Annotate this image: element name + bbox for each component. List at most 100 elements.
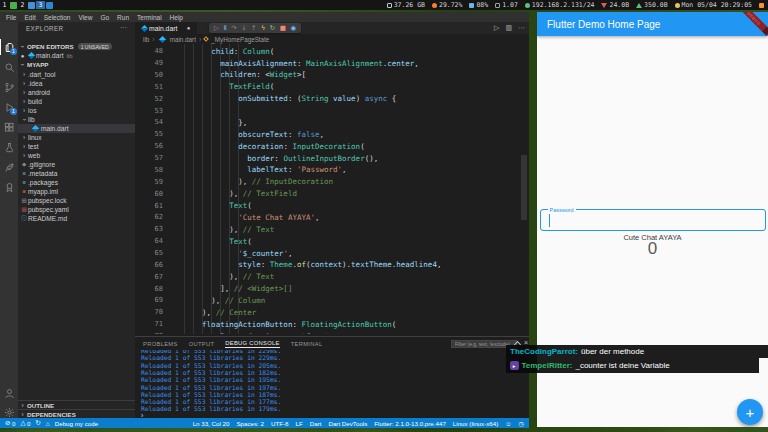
- menu-view[interactable]: View: [78, 14, 92, 21]
- breadcrumb-separator: ›: [199, 36, 201, 43]
- tree-item-main-dart[interactable]: main.dart: [18, 124, 135, 133]
- source-control-icon[interactable]: [0, 79, 18, 95]
- award-icon[interactable]: [0, 179, 18, 195]
- sidebar-more-icon[interactable]: ···: [120, 24, 127, 31]
- status-lf[interactable]: LF: [296, 420, 303, 427]
- pause-icon[interactable]: Ⅱ: [224, 23, 227, 33]
- status-spaces[interactable]: Spaces: 2: [236, 420, 264, 427]
- panel-tabs: PROBLEMS OUTPUT DEBUG CONSOLE TERMINAL: [143, 337, 322, 350]
- bell-icon[interactable]: ◷: [519, 420, 524, 427]
- text-cursor: [549, 214, 550, 227]
- files-icon[interactable]: 1: [0, 39, 18, 55]
- chevron-right-icon: ›: [18, 411, 27, 418]
- menu-help[interactable]: Help: [170, 14, 183, 21]
- chevron-down-icon: ›: [18, 43, 27, 50]
- editor-tab-bar: main.dart ● ▷ Ⅱ ↷ ↓ ↑ ϟ ↻ ■ ◉ ▷ ▥ ⋯: [135, 22, 529, 34]
- feather-icon[interactable]: [0, 159, 18, 175]
- extensions-icon[interactable]: [0, 119, 18, 135]
- devtools-icon[interactable]: ◉: [290, 23, 296, 33]
- panel-tab-problems[interactable]: PROBLEMS: [143, 341, 178, 347]
- run-icon[interactable]: ▷: [494, 24, 499, 32]
- panel-tab-debug-console[interactable]: DEBUG CONSOLE: [225, 340, 279, 348]
- tree-item--packages[interactable]: ≡.packages: [18, 178, 135, 187]
- run-debug-icon[interactable]: 1: [0, 99, 18, 115]
- tree-item-build[interactable]: ›build: [18, 97, 135, 106]
- chevron-right-icon: ›: [20, 152, 28, 159]
- status-flutter[interactable]: Flutter: 2.1.0-13.0.pre.447: [374, 420, 446, 427]
- panel-tab-terminal[interactable]: TERMINAL: [291, 341, 323, 347]
- warnings-icon[interactable]: △0: [20, 419, 30, 427]
- tree-item-test[interactable]: ›test: [18, 142, 135, 151]
- password-field[interactable]: Password: [540, 209, 766, 231]
- tree-item-linux[interactable]: ›linux: [18, 133, 135, 142]
- tree-item--dart-tool[interactable]: ›.dart_tool: [18, 70, 135, 79]
- step-into-icon[interactable]: ↓: [241, 23, 246, 33]
- workspace-1[interactable]: 1: [0, 1, 9, 9]
- tree-item-myapp-iml[interactable]: ≡myapp.iml: [18, 187, 135, 196]
- status-dart[interactable]: Dart: [310, 420, 322, 427]
- errors-icon[interactable]: ⊘0: [5, 419, 15, 427]
- breadcrumb[interactable]: lib › main.dart › _MyHomePageState: [135, 34, 529, 44]
- feedback-icon[interactable]: ☺: [505, 420, 511, 427]
- tree-item-web[interactable]: ›web: [18, 151, 135, 160]
- continue-icon[interactable]: ▷: [214, 23, 219, 33]
- menu-terminal[interactable]: Terminal: [137, 14, 162, 21]
- sync-icon[interactable]: ↻: [35, 419, 40, 427]
- clock-stat: Mon 05/04 20:29:05: [675, 1, 752, 9]
- chat-message: ▸TempelRitter: _counter ist deine Variab…: [506, 358, 759, 373]
- menu-file[interactable]: File: [6, 14, 16, 21]
- test-flask-icon[interactable]: [0, 139, 18, 155]
- split-editor-icon[interactable]: ▥: [505, 24, 512, 32]
- code-icon: [46, 2, 53, 9]
- workspace-3[interactable]: 3: [36, 1, 45, 9]
- sidebar-title: EXPLORER: [26, 25, 64, 32]
- fab-add-button[interactable]: +: [737, 399, 763, 425]
- status-ln[interactable]: Ln 33, Col 20: [193, 420, 230, 427]
- tree-item-readme-md[interactable]: ⓘREADME.md: [18, 214, 135, 223]
- tree-item--idea[interactable]: ›.idea: [18, 79, 135, 88]
- status-dart[interactable]: Dart DevTools: [328, 420, 367, 427]
- code-line-50: 50 children: <Widget>[: [135, 69, 529, 81]
- workspace-switcher[interactable]: 1 2 3: [0, 1, 54, 9]
- tree-item-pubspec-lock[interactable]: ▤pubspec.lock: [18, 196, 135, 205]
- panel-tab-output[interactable]: OUTPUT: [189, 341, 215, 347]
- tree-item-lib[interactable]: ›lib: [18, 115, 135, 124]
- notification-icon: [759, 3, 764, 8]
- tree-item--gitignore[interactable]: ◆.gitignore: [18, 160, 135, 169]
- menu-run[interactable]: Run: [117, 14, 129, 21]
- code-editor[interactable]: 48 child: Column(49 mainAxisAlignment: M…: [135, 44, 529, 334]
- editor-scrollbar[interactable]: [521, 155, 527, 220]
- menu-go[interactable]: Go: [100, 14, 109, 21]
- tree-item-ios[interactable]: ›ios: [18, 106, 135, 115]
- lock-file-icon: ▤: [20, 197, 28, 203]
- tree-item-android[interactable]: ›android: [18, 88, 135, 97]
- dart-file-icon: [28, 52, 35, 59]
- debug-console-output[interactable]: Reloaded 1 of 553 libraries in 229ms.Rel…: [135, 350, 529, 412]
- tab-main-dart[interactable]: main.dart ●: [135, 22, 197, 34]
- stop-icon[interactable]: ■: [280, 23, 286, 33]
- status-utf-8[interactable]: UTF-8: [271, 420, 289, 427]
- code-line-68: 68 ], // <Widget>[]: [135, 283, 529, 295]
- project-header[interactable]: › MYAPP: [18, 60, 135, 70]
- code-line-72: 72 onPressed: _incrementCounter,: [135, 330, 529, 334]
- step-out-icon[interactable]: ↑: [251, 23, 256, 33]
- search-icon[interactable]: [0, 59, 18, 75]
- code-line-60: 60 ), // TextField: [135, 188, 529, 200]
- hot-reload-icon[interactable]: ϟ: [261, 23, 265, 33]
- menu-edit[interactable]: Edit: [24, 14, 35, 21]
- account-icon[interactable]: [0, 385, 18, 401]
- status-task-label[interactable]: Debug my code: [55, 420, 98, 427]
- tree-item--metadata[interactable]: ≡.metadata: [18, 169, 135, 178]
- workspace-2[interactable]: 2: [18, 1, 27, 9]
- menu-selection[interactable]: Selection: [44, 14, 71, 21]
- open-editor-main-dart[interactable]: ● main.dart lib: [18, 51, 135, 60]
- home-icon[interactable]: ⌂: [46, 420, 50, 427]
- app-title: Flutter Demo Home Page: [547, 19, 660, 30]
- step-over-icon[interactable]: ↷: [231, 23, 236, 33]
- more-actions-icon[interactable]: ⋯: [518, 24, 525, 32]
- system-taskbar: 123 37.26 GB29.72%08%1.07192.168.2.131/2…: [0, 0, 768, 10]
- restart-icon[interactable]: ↻: [270, 23, 275, 33]
- tree-item-pubspec-yaml[interactable]: ▤pubspec.yaml: [18, 205, 135, 214]
- status-linux[interactable]: Linux (linux-x64): [453, 420, 498, 427]
- bottom-panel: PROBLEMSOUTPUTDEBUG CONSOLETERMINAL Filt…: [135, 336, 529, 418]
